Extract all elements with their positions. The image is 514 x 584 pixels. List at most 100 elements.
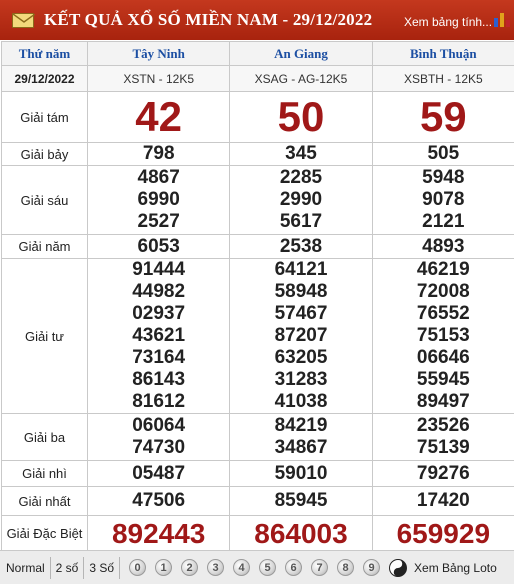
digit-filter-button[interactable]: 8 (337, 559, 355, 576)
prize-number: 64121 (274, 259, 328, 280)
prize-row: Giải sáu 4867 6990 2527 2285 2990 5617 5948 9078… (1, 165, 514, 235)
prize-cell: 2538 (229, 234, 373, 259)
prize-number: 6053 (137, 235, 180, 257)
mail-icon (12, 13, 35, 28)
prize-number: 6990 (137, 189, 180, 210)
digit-filter-button[interactable]: 1 (155, 559, 173, 576)
chart-icon[interactable] (493, 12, 511, 28)
prize-number: 73164 (132, 347, 186, 368)
digit-filter: 0123456789 (129, 559, 389, 576)
prize-row: Giải tám 42 50 59 (1, 91, 514, 143)
special-prize-number: 892443 (111, 517, 206, 549)
prize-label: Giải tư (1, 258, 88, 414)
prize-number: 31283 (274, 369, 328, 390)
prize-label: Giải bảy (1, 142, 88, 166)
prize-number: 46219 (416, 259, 470, 280)
prize-number: 59010 (274, 462, 328, 484)
digit-filter-button[interactable]: 5 (259, 559, 277, 576)
prize-number: 05487 (132, 462, 186, 484)
prize-number: 59 (419, 93, 467, 140)
special-prize-number: 659929 (396, 517, 491, 549)
prize-row: Giải tư 91444 44982 02937 43621 73164 86143 816… (1, 258, 514, 414)
prize-number: 47506 (132, 490, 186, 511)
prize-label: Giải tám (1, 91, 88, 143)
prize-cell: 59 (371, 91, 514, 143)
prize-number: 85945 (274, 490, 328, 511)
prize-number: 4893 (422, 235, 465, 257)
prize-number: 72008 (416, 281, 470, 302)
prize-cell: 23526 75139 (371, 413, 514, 461)
prize-number: 345 (285, 143, 317, 164)
digit-filter-button[interactable]: 3 (207, 559, 225, 576)
prize-number: 2121 (422, 211, 465, 232)
prize-row: Giải năm 6053 2538 4893 (1, 234, 514, 259)
prize-number: 87207 (274, 325, 328, 346)
prize-number: 75139 (416, 437, 470, 458)
prize-cell: 79276 (371, 460, 514, 487)
prize-row: Giải nhất 47506 85945 17420 (1, 486, 514, 516)
view-loto-link[interactable]: Xem Bảng Loto (414, 561, 497, 575)
draw-code-row: 29/12/2022 XSTN - 12K5 XSAG - AG-12K5 XS… (1, 65, 514, 92)
digit-filter-button[interactable]: 2 (181, 559, 199, 576)
prize-label: Giải ba (1, 413, 88, 461)
prize-number: 43621 (132, 325, 186, 346)
day-label: Thứ năm (1, 41, 88, 66)
prize-number: 57467 (274, 303, 328, 324)
prize-cell: 64121 58948 57467 87207 63205 31283 41038 (229, 258, 373, 414)
digit-filter-button[interactable]: 0 (129, 559, 147, 576)
prize-row: Giải nhì 05487 59010 79276 (1, 460, 514, 487)
prize-number: 505 (427, 143, 460, 164)
province-name[interactable]: Bình Thuận (371, 41, 514, 66)
mode-3-digit-button[interactable]: 3 Số (84, 556, 121, 579)
prize-number: 86143 (132, 369, 186, 390)
prize-cell: 46219 72008 76552 75153 06646 55945 89497 (371, 258, 514, 414)
digit-filter-button[interactable]: 6 (285, 559, 303, 576)
prize-cell: 84219 34867 (229, 413, 373, 461)
prize-number: 4867 (137, 167, 180, 188)
yin-yang-icon[interactable] (389, 558, 408, 577)
prize-cell: 17420 (371, 486, 514, 516)
prize-cell: 6053 (86, 234, 231, 259)
prize-row: Giải bảy 798 345 505 (1, 142, 514, 166)
province-name[interactable]: Tây Ninh (86, 41, 231, 66)
prize-number: 84219 (274, 415, 328, 436)
prize-cell: 5948 9078 2121 (371, 165, 514, 235)
mode-normal-button[interactable]: Normal (0, 556, 51, 579)
lottery-widget: KẾT QUẢ XỔ SỐ MIỀN NAM - 29/12/2022 Xem … (0, 0, 514, 584)
prize-number: 2285 (279, 167, 323, 188)
prize-cell: 892443 (86, 515, 231, 552)
prize-number: 2538 (279, 235, 323, 257)
prize-number: 76552 (416, 303, 470, 324)
prize-number: 91444 (132, 259, 186, 280)
prize-number: 23526 (416, 415, 470, 436)
prize-cell: 2285 2990 5617 (229, 165, 373, 235)
province-name[interactable]: An Giang (229, 41, 373, 66)
prize-cell: 47506 (86, 486, 231, 516)
prize-number: 06064 (132, 415, 186, 436)
prize-number: 44982 (132, 281, 186, 302)
digit-filter-button[interactable]: 4 (233, 559, 251, 576)
prize-number: 2990 (279, 189, 323, 210)
prize-number: 2527 (137, 211, 180, 232)
footer-toolbar: Normal 2 số 3 Số 0123456789 Xem Bảng Lot… (0, 550, 514, 584)
prize-label: Giải nhì (1, 460, 88, 487)
prize-number: 75153 (416, 325, 470, 346)
prize-cell: 91444 44982 02937 43621 73164 86143 81612 (86, 258, 231, 414)
prize-label: Giải năm (1, 234, 88, 259)
prize-cell: 06064 74730 (86, 413, 231, 461)
prize-cell: 4893 (371, 234, 514, 259)
prize-number: 58948 (274, 281, 328, 302)
view-table-link[interactable]: Xem bảng tính... (404, 15, 492, 29)
prize-cell: 505 (371, 142, 514, 166)
page-title: KẾT QUẢ XỔ SỐ MIỀN NAM - 29/12/2022 (44, 10, 373, 29)
prize-number: 5948 (422, 167, 465, 188)
prize-number: 74730 (132, 437, 186, 458)
mode-2-digit-button[interactable]: 2 số (51, 556, 85, 579)
digit-filter-button[interactable]: 9 (363, 559, 381, 576)
results-table: Thứ năm Tây Ninh An Giang Bình Thuận 29/… (1, 41, 514, 552)
prize-number: 81612 (132, 391, 186, 412)
digit-filter-button[interactable]: 7 (311, 559, 329, 576)
prize-number: 41038 (274, 391, 328, 412)
header-bar: KẾT QUẢ XỔ SỐ MIỀN NAM - 29/12/2022 Xem … (0, 0, 514, 40)
prize-number: 55945 (416, 369, 470, 390)
